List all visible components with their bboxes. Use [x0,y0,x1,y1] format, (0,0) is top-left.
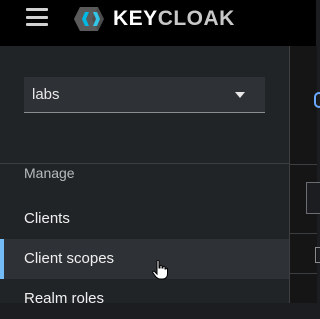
sidebar: labs Manage Clients Client scopes Realm … [0,46,289,307]
logo-text-cloak: CLOAK [157,7,235,30]
table-divider [290,273,317,274]
section-title-manage: Manage [24,165,75,181]
active-indicator [0,239,4,279]
masthead: KEYCLOAK [0,0,316,46]
toolbar-select-fragment[interactable] [306,182,320,214]
page-title-fragment [314,92,320,108]
main-content-edge [289,46,320,303]
logo-text-key: KEY [113,7,158,30]
main-divider [290,164,317,165]
row-checkbox-fragment[interactable] [315,247,320,263]
keycloak-logo-icon [74,7,104,31]
sidebar-item-clients[interactable]: Clients [0,199,289,239]
sidebar-divider [0,163,289,164]
realm-select[interactable]: labs [24,77,265,113]
sidebar-item-label: Clients [24,210,70,227]
sidebar-item-realm-roles[interactable]: Realm roles [0,279,289,319]
hamburger-icon[interactable] [26,8,48,26]
logo-text: KEYCLOAK [113,7,235,31]
caret-down-icon [235,92,245,98]
sidebar-item-label: Client scopes [24,250,115,267]
keycloak-logo[interactable]: KEYCLOAK [74,6,235,32]
hand-pointer-icon [152,259,168,285]
sidebar-item-label: Realm roles [24,290,105,307]
realm-select-value: labs [32,86,60,103]
sidebar-item-client-scopes[interactable]: Client scopes [0,239,289,279]
table-divider [290,233,317,234]
